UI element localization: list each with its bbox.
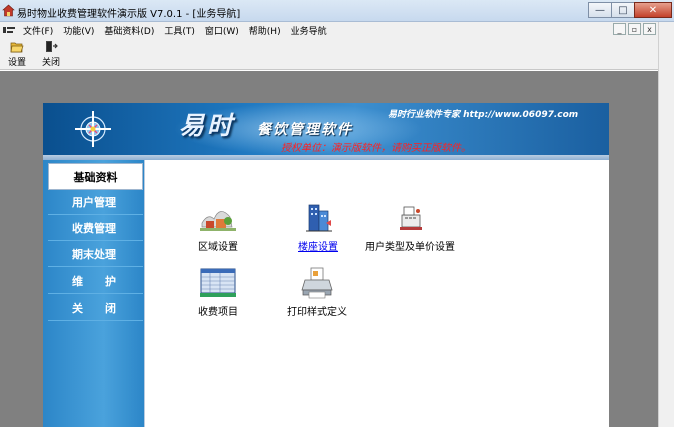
sidebar-item-charge-management[interactable]: 收费管理 [48,216,143,241]
menu-tools[interactable]: 工具(T) [159,24,200,37]
toolbar: 设置 关闭 [0,38,658,70]
title-bar: 易时物业收费管理软件演示版 V7.0.1 - [业务导航] — □ ✕ [0,0,674,22]
sidebar-item-period-end[interactable]: 期末处理 [48,242,143,267]
brand-banner: 易时 餐饮管理软件 易时行业软件专家 http://www.06097.com … [43,103,609,155]
settings-label: 设置 [7,58,26,68]
spreadsheet-icon [200,268,236,297]
logo-cross-icon [75,111,111,147]
menu-basic-data[interactable]: 基础资料(D) [99,24,159,37]
tile-charge-items[interactable]: 收费项目 [193,266,243,318]
printer-icon [301,267,333,299]
nav-sidebar: 基础资料 用户管理 收费管理 期末处理 维 护 关 闭 [43,160,145,427]
tile-label: 打印样式定义 [287,307,347,318]
sidebar-item-label: 期末处理 [72,248,116,261]
exit-door-icon [46,41,58,52]
close-tool-label: 关闭 [41,58,60,68]
sidebar-item-label: 基础资料 [73,170,118,184]
tile-label: 楼座设置 [298,242,338,253]
brand-tagline: 易时行业软件专家 http://www.06097.com [388,110,579,120]
sidebar-item-close[interactable]: 关 闭 [48,296,143,321]
tile-print-style[interactable]: 打印样式定义 [281,266,353,318]
tile-label: 区域设置 [198,242,238,253]
license-notice: 授权单位：演示版软件，请购买正版软件。 [281,143,471,154]
brand-name: 易时 [179,111,236,140]
close-window-button[interactable]: ✕ [634,2,672,18]
menu-file[interactable]: 文件(F) [18,24,58,37]
mdi-system-icon[interactable] [0,22,18,38]
mdi-restore-button[interactable]: ▫ [628,23,641,35]
sidebar-item-label: 收费管理 [72,222,116,235]
vertical-scrollbar[interactable] [658,22,674,427]
folder-open-icon [10,42,24,53]
minimize-button[interactable]: — [588,2,612,18]
tile-label: 用户类型及单价设置 [365,242,455,253]
tile-label: 收费项目 [198,307,238,318]
settings-button[interactable]: 设置 [0,38,34,70]
building-icon [306,204,332,232]
menu-business-nav[interactable]: 业务导航 [286,24,332,37]
sidebar-item-basic-data[interactable]: 基础资料 [48,163,143,190]
sidebar-item-label: 维 护 [72,275,116,288]
close-tool-button[interactable]: 关闭 [34,38,68,70]
tile-area-settings[interactable]: 区域设置 [193,201,243,253]
business-nav-window: 易时 餐饮管理软件 易时行业软件专家 http://www.06097.com … [43,103,609,427]
mdi-close-button[interactable]: x [643,23,656,35]
sidebar-item-label: 用户管理 [72,196,116,209]
mdi-minimize-button[interactable]: _ [613,23,626,35]
menu-bar: 文件(F) 功能(V) 基础资料(D) 工具(T) 窗口(W) 帮助(H) 业务… [0,22,658,38]
menu-help[interactable]: 帮助(H) [244,24,286,37]
tile-user-type-price[interactable]: 用户类型及单价设置 [363,201,457,253]
area-map-icon [200,211,236,231]
tile-building-settings[interactable]: 楼座设置 [293,201,343,253]
brand-product: 餐饮管理软件 [257,122,353,138]
sidebar-item-maintenance[interactable]: 维 护 [48,269,143,294]
cash-register-icon [400,206,422,230]
menu-function[interactable]: 功能(V) [58,24,99,37]
sidebar-item-label: 关 闭 [72,302,116,315]
sidebar-item-user-management[interactable]: 用户管理 [48,190,143,215]
app-house-icon [2,4,15,17]
maximize-button[interactable]: □ [611,2,635,18]
window-title: 易时物业收费管理软件演示版 V7.0.1 - [业务导航] [17,9,241,20]
menu-window[interactable]: 窗口(W) [200,24,244,37]
